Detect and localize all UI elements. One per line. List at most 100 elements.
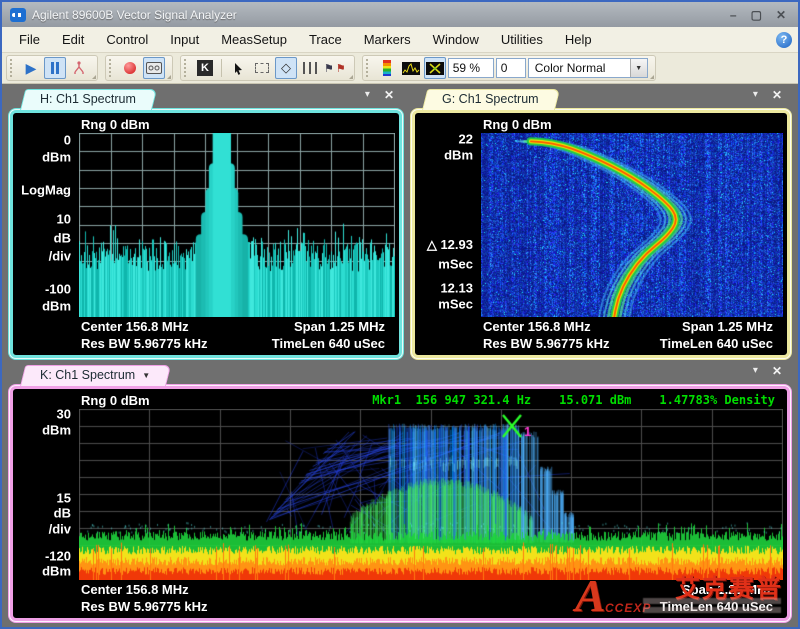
panel-k-controls: ▾ ✕ [753,365,782,377]
spectrogram-canvas-g[interactable] [481,133,783,317]
flag-icon: ⚑ [336,62,346,75]
toolbar-grip[interactable] [10,59,15,77]
spectrum-plot-h[interactable] [79,133,395,317]
y-axis-label: △ 12.93 [427,237,473,253]
demod-flow-button[interactable] [68,57,90,79]
toolbar-group-control: ▶ [6,55,98,81]
band-lines-button[interactable] [299,57,321,79]
window-title: Agilent 89600B Vector Signal Analyzer [32,8,237,22]
menu-control[interactable]: Control [95,28,159,51]
playback-tape-button[interactable] [143,57,165,79]
menu-markers[interactable]: Markers [353,28,422,51]
y-axis-label: dBm [444,148,473,163]
y-axis-label: 0 [64,133,71,148]
close-icon[interactable]: ✕ [776,9,786,21]
spectrum-view-button[interactable] [400,57,422,79]
y-axis-label: dBm [42,422,71,437]
trace-k-button[interactable]: K [194,57,216,79]
menu-meassetup[interactable]: MeasSetup [210,28,298,51]
menu-window[interactable]: Window [422,28,490,51]
range-label: Rng 0 dBm [81,117,150,132]
persistence-percent-input[interactable] [448,58,494,78]
panel-collapse-icon[interactable]: ▾ [753,366,758,376]
menu-utilities[interactable]: Utilities [490,28,554,51]
tab-k-ch1-spectrum[interactable]: K: Ch1 Spectrum ▼ [20,365,166,386]
record-button[interactable] [119,57,141,79]
spectrum-icon [402,62,420,75]
workspace: H: Ch1 Spectrum ▾ ✕ Rng 0 dBm 0dBmLogMag… [2,84,798,627]
chevron-down-icon[interactable]: ▼ [630,59,647,77]
y-axis-label: 10 [57,212,71,227]
range-label: Rng 0 dBm [81,393,150,408]
panel-h-tab-row: H: Ch1 Spectrum ▾ ✕ [10,88,402,110]
y-axis-label: -100 [45,282,71,297]
menu-input[interactable]: Input [159,28,210,51]
y-axis-label: 22 [459,131,473,146]
y-axis-label: dBm [42,149,71,164]
marker-readout: Mkr1 156 947 321.4 Hz 15.071 dBm 1.47783… [372,393,775,407]
spectrogram-plot-g[interactable] [481,133,783,317]
cursor-icon [231,61,245,76]
density-plot-k[interactable] [79,409,783,580]
menu-edit[interactable]: Edit [51,28,95,51]
flow-branch-icon [71,60,87,76]
tab-dropdown-icon[interactable]: ▼ [142,371,150,380]
title-bar: Agilent 89600B Vector Signal Analyzer – … [2,2,798,27]
menu-help[interactable]: Help [554,28,603,51]
record-icon [124,62,136,74]
play-button[interactable]: ▶ [20,57,42,79]
color-scale-button[interactable] [376,57,398,79]
center-freq: Center 156.8 MHz [81,582,189,598]
spectrogram-icon [426,62,444,75]
marker-frequency: Mkr1 156 947 321.4 Hz [372,393,531,407]
panel-h-ch1-spectrum: H: Ch1 Spectrum ▾ ✕ Rng 0 dBm 0dBmLogMag… [10,88,402,358]
panel-close-icon[interactable]: ✕ [384,89,394,101]
y-axis-label: /div [49,249,71,264]
color-mode-select[interactable]: Color Normal ▼ [528,58,648,78]
zoom-select-button[interactable] [251,57,273,79]
span-value: Span 1.25 MHz [682,319,773,335]
y-axis-label: mSec [438,297,473,312]
flag-icon: ⚑ [324,62,334,75]
y-axis-label: dBm [42,298,71,313]
menu-bar: FileEditControlInputMeasSetupTraceMarker… [2,27,798,53]
marker-level: 15.071 dBm [559,393,631,407]
help-icon[interactable]: ? [776,32,792,48]
tab-h-ch1-spectrum[interactable]: H: Ch1 Spectrum [20,89,152,110]
y-axis-label: LogMag [21,183,71,198]
range-row: Rng 0 dBm [13,115,395,133]
marker-flags-button[interactable]: ⚑⚑ [323,57,347,79]
toolbar-grip[interactable] [366,59,371,77]
spectrum-canvas-h[interactable] [79,133,395,317]
spectrogram-view-button[interactable] [424,57,446,79]
pause-button[interactable] [44,57,66,79]
y-axis-label: /div [49,521,71,536]
menu-file[interactable]: File [8,28,51,51]
diamond-marker-icon: ◇ [281,60,291,76]
menu-trace[interactable]: Trace [298,28,353,51]
toolbar-grip[interactable] [109,59,114,77]
time-len: TimeLen 640 uSec [272,336,385,352]
panel-collapse-icon[interactable]: ▾ [753,90,758,100]
plot-region: 22dBm△ 12.93mSec12.13mSec [415,133,783,317]
range-row: Rng 0 dBm Mkr1 156 947 321.4 Hz 15.071 d… [13,391,783,409]
panel-close-icon[interactable]: ✕ [772,89,782,101]
y-axis-label: dB [54,506,71,521]
minimize-icon[interactable]: – [730,9,737,21]
panel-k-ch1-spectrum: K: Ch1 Spectrum ▼ ▾ ✕ Rng 0 dBm Mkr1 156… [10,364,790,621]
panel-close-icon[interactable]: ✕ [772,365,782,377]
marker-tool-button[interactable]: ◇ [275,57,297,79]
panel-collapse-icon[interactable]: ▾ [365,90,370,100]
toolbar-grip[interactable] [184,59,189,77]
maximize-icon[interactable]: ▢ [751,9,762,21]
pointer-tool-button[interactable] [227,57,249,79]
center-freq: Center 156.8 MHz [81,319,189,335]
toolbar-group-markers: K ◇ ⚑⚑ [180,55,355,81]
y-axis-label: 12.13 [440,280,473,295]
tab-g-ch1-spectrum[interactable]: G: Ch1 Spectrum [422,89,555,110]
span-value: Span 1.25 MHz [682,582,773,598]
average-count-input[interactable] [496,58,526,78]
app-logo-icon [10,8,26,22]
center-freq: Center 156.8 MHz [483,319,591,335]
density-canvas-k[interactable] [79,409,783,580]
